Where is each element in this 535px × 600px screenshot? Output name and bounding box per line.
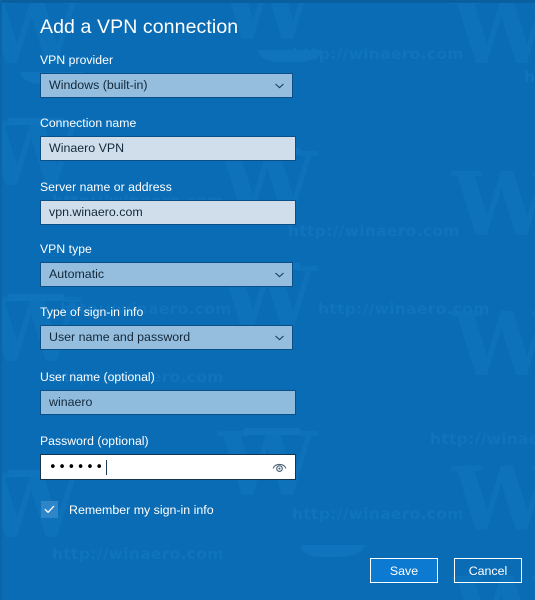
user-name-input[interactable]: winaero [40, 390, 296, 415]
field-user-name: User name (optional) winaero [40, 370, 296, 415]
server-address-input[interactable]: vpn.winaero.com [40, 200, 296, 225]
dialog-button-row: Save Cancel [0, 558, 535, 584]
field-signin-type: Type of sign-in info User name and passw… [40, 305, 293, 350]
vpn-dialog-page: W W http://winaero.com W http://winaero.… [0, 0, 535, 600]
signin-type-dropdown[interactable]: User name and password [40, 325, 293, 350]
watermark-logo: W [452, 292, 535, 396]
watermark-swoosh [299, 545, 365, 557]
save-button[interactable]: Save [370, 558, 438, 583]
vpn-provider-dropdown[interactable]: Windows (built-in) [40, 73, 293, 98]
watermark-logo: W [452, 0, 535, 84]
eye-icon[interactable] [272, 460, 287, 474]
label-server-address: Server name or address [40, 180, 172, 194]
remember-signin-label: Remember my sign-in info [69, 502, 214, 517]
watermark-url: http://winaero.com [288, 222, 460, 240]
server-address-value: vpn.winaero.com [49, 205, 143, 220]
field-server-address: Server name or address vpn.winaero.com [40, 180, 296, 225]
signin-type-value: User name and password [49, 330, 191, 345]
chevron-down-icon [274, 80, 285, 91]
chevron-down-icon [274, 269, 285, 280]
watermark-logo: W [452, 447, 535, 551]
window-top-edge [0, 0, 535, 3]
label-user-name: User name (optional) [40, 370, 155, 384]
vpn-type-dropdown[interactable]: Automatic [40, 262, 293, 287]
watermark-url: http://winaero.com [524, 68, 535, 86]
password-value: •••••• [49, 459, 105, 475]
window-left-edge [0, 0, 2, 600]
watermark-url: http://winaero.com [292, 505, 464, 523]
watermark-url: http://winaero.com [318, 300, 490, 318]
watermark-bar [8, 294, 64, 301]
watermark-url: http://winaero.com [430, 430, 535, 448]
field-vpn-type: VPN type Automatic [40, 242, 293, 287]
text-caret [105, 459, 107, 475]
checkmark-icon [44, 505, 55, 514]
field-connection-name: Connection name Winaero VPN [40, 116, 296, 161]
field-password: Password (optional) •••••• [40, 434, 296, 480]
connection-name-value: Winaero VPN [49, 141, 125, 156]
remember-signin-checkbox[interactable] [41, 501, 58, 518]
remember-signin-checkbox-row[interactable]: Remember my sign-in info [41, 501, 214, 518]
chevron-down-icon [274, 332, 285, 343]
field-vpn-provider: VPN provider Windows (built-in) [40, 53, 293, 98]
vpn-provider-value: Windows (built-in) [49, 78, 148, 93]
connection-name-input[interactable]: Winaero VPN [40, 136, 296, 161]
page-title: Add a VPN connection [40, 16, 239, 38]
password-input[interactable]: •••••• [40, 454, 296, 480]
user-name-value: winaero [49, 395, 93, 410]
label-connection-name: Connection name [40, 116, 137, 130]
label-vpn-type: VPN type [40, 242, 92, 256]
vpn-type-value: Automatic [49, 267, 105, 282]
watermark-url: http://winaero.com [292, 45, 464, 63]
label-signin-type: Type of sign-in info [40, 305, 144, 319]
label-password: Password (optional) [40, 434, 149, 448]
label-vpn-provider: VPN provider [40, 53, 114, 67]
cancel-button[interactable]: Cancel [454, 558, 522, 583]
watermark-logo: W [452, 152, 535, 256]
